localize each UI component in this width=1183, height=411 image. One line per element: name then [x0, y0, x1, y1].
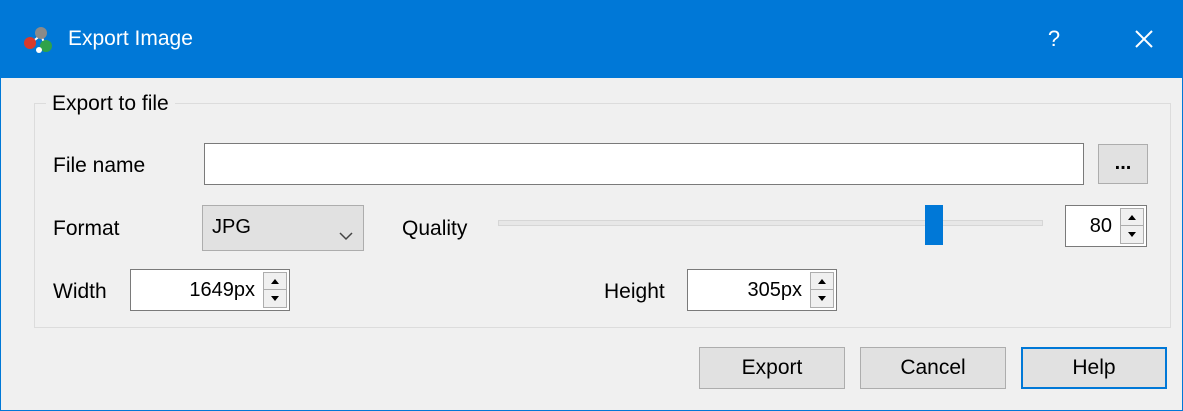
triangle-up-icon [1128, 214, 1136, 220]
quality-label: Quality [402, 217, 468, 240]
dialog-title: Export Image [68, 27, 193, 50]
export-image-dialog: Export Image ? Export to file File name … [0, 0, 1183, 411]
export-button[interactable]: Export [699, 347, 845, 389]
quality-spin-buttons [1120, 208, 1144, 244]
triangle-down-icon [818, 296, 826, 301]
browse-button[interactable]: ... [1098, 144, 1148, 184]
group-title: Export to file [46, 92, 175, 116]
quality-decrement-button[interactable] [1121, 226, 1143, 243]
height-decrement-button[interactable] [811, 290, 833, 307]
format-selected-value: JPG [212, 216, 251, 238]
width-spinbox[interactable]: 1649px [130, 269, 290, 311]
height-spinbox[interactable]: 305px [687, 269, 837, 311]
quality-spinbox[interactable]: 80 [1065, 205, 1147, 247]
triangle-up-icon [271, 278, 279, 284]
width-label: Width [53, 280, 107, 303]
height-increment-button[interactable] [811, 273, 833, 290]
format-dropdown[interactable]: JPG [202, 205, 364, 251]
quality-value: 80 [1089, 215, 1112, 237]
width-decrement-button[interactable] [264, 290, 286, 307]
triangle-down-icon [1128, 232, 1136, 237]
cancel-button[interactable]: Cancel [860, 347, 1006, 389]
app-molecule-icon [23, 25, 55, 55]
height-label: Height [604, 280, 665, 303]
file-name-label: File name [53, 154, 146, 177]
format-label: Format [53, 217, 120, 240]
height-value: 305px [747, 279, 803, 301]
chevron-down-icon [339, 223, 353, 247]
help-button[interactable]: Help [1021, 347, 1167, 389]
quality-slider-thumb[interactable] [925, 205, 943, 245]
width-value: 1649px [189, 279, 255, 301]
triangle-up-icon [818, 278, 826, 284]
width-spin-buttons [263, 272, 287, 308]
triangle-down-icon [271, 296, 279, 301]
file-name-input[interactable] [204, 143, 1084, 185]
title-bar[interactable]: Export Image ? [1, 1, 1182, 78]
close-icon [1135, 30, 1153, 48]
quality-increment-button[interactable] [1121, 209, 1143, 226]
close-button[interactable] [1121, 19, 1167, 59]
width-increment-button[interactable] [264, 273, 286, 290]
height-spin-buttons [810, 272, 834, 308]
title-help-button[interactable]: ? [1031, 19, 1077, 59]
quality-slider[interactable] [498, 220, 1043, 226]
